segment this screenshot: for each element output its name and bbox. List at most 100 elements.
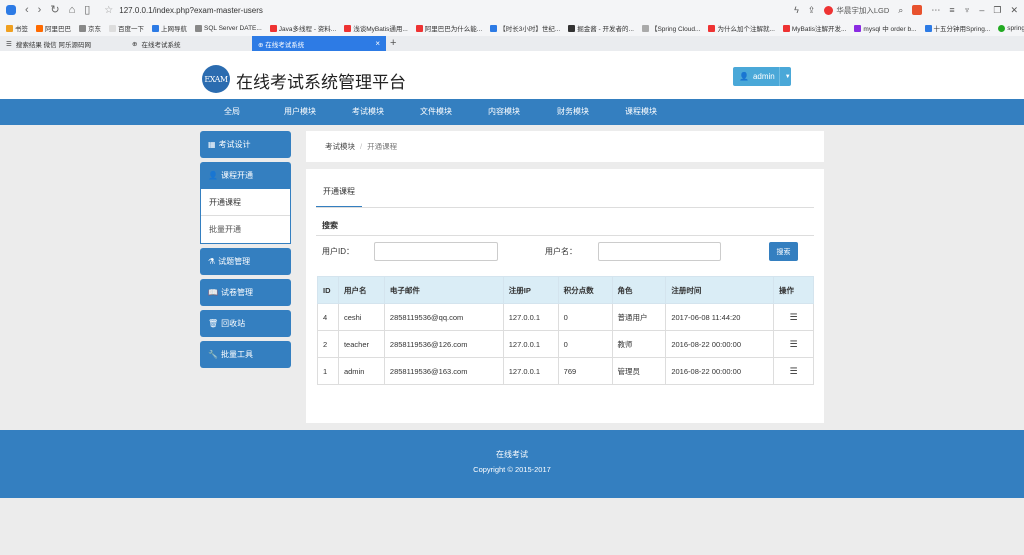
browser-tab[interactable]: ⊕ 在线考试系统 — [126, 36, 252, 51]
share-icon[interactable]: ⇪ — [808, 5, 816, 16]
bookmark-item[interactable]: 十五分钟用Spring... — [924, 23, 990, 33]
tab-divider — [316, 207, 814, 208]
tab-strip: ☰ 搜索结果 微信 阿乐源码网 ⊕ 在线考试系统 ⊕ 在线考试系统 × + — [0, 36, 1024, 51]
bookmark-favicon-icon — [568, 24, 576, 32]
bookmark-item[interactable]: 阿里巴巴为什么能... — [415, 23, 482, 33]
lightning-icon[interactable]: ϟ — [794, 5, 799, 15]
user-id-input[interactable] — [374, 242, 498, 261]
col-reg-time: 注册时间 — [665, 276, 775, 304]
nav-global[interactable]: 全局 — [224, 99, 240, 125]
bookmark-item[interactable]: 书签 — [6, 23, 28, 33]
sidebar-course-open[interactable]: 👤 课程开通 — [200, 162, 291, 189]
list-action-icon[interactable]: ☰ — [773, 330, 814, 358]
list-action-icon[interactable]: ☰ — [773, 357, 814, 385]
bookmark-item[interactable]: 阿里巴巴 — [36, 23, 71, 33]
sidebar-recycle[interactable]: 🗑 回收站 — [200, 310, 291, 337]
sidebar-item-open-course[interactable]: 开通课程 — [201, 189, 290, 216]
chevron-down-icon[interactable]: ▼ — [778, 67, 796, 86]
sidebar-exam-design[interactable]: ▦ 考试设计 — [200, 131, 291, 158]
bookmark-item[interactable]: MyBatis注解开发... — [782, 23, 846, 33]
tab-favicon-icon: ☰ — [6, 40, 12, 48]
search-button[interactable]: 搜索 — [769, 242, 798, 261]
reload-icon[interactable]: ↻ — [50, 4, 59, 16]
table-header-row: ID 用户名 电子邮件 注册IP 积分点数 角色 注册时间 操作 — [317, 276, 814, 304]
translate-icon[interactable] — [912, 5, 923, 15]
cell-id: 4 — [317, 303, 339, 331]
bookmark-favicon-icon — [782, 24, 790, 32]
sidebar-question-manage[interactable]: ⚗ 试题管理 — [200, 248, 291, 275]
new-tab-icon[interactable]: + — [386, 36, 396, 51]
browser-tab-active[interactable]: ⊕ 在线考试系统 × — [252, 36, 386, 51]
globe-icon — [79, 24, 86, 32]
globe-icon — [195, 24, 202, 32]
sidebar: ▦ 考试设计 👤 课程开通 开通课程 批量开通 ⚗ 试题管理 📖 试卷管理 🗑 回收站 🔧… — [200, 131, 291, 372]
search-divider — [316, 235, 814, 236]
cell-username: teacher — [337, 330, 385, 358]
cell-reg-ip: 127.0.0.1 — [502, 303, 559, 331]
cell-points: 0 — [557, 330, 613, 358]
bookmark-favicon-icon — [854, 24, 862, 32]
forward-icon[interactable]: › — [38, 4, 42, 16]
nav-finance-module[interactable]: 财务模块 — [557, 99, 589, 125]
close-window-icon[interactable]: ✕ — [1010, 5, 1018, 16]
reader-icon[interactable]: ▯ — [84, 4, 90, 16]
restore-icon[interactable]: ❐ — [993, 5, 1001, 16]
search-engine-box[interactable]: 华晨宇加入LGD — [824, 5, 889, 16]
tab-open-course[interactable]: 开通课程 — [316, 181, 362, 208]
bookmark-item[interactable]: spring — [998, 24, 1024, 32]
browser-toolbar: ‹ › ↻ ⌂ ▯ ☆ 127.0.0.1/index.php?exam-mas… — [0, 0, 1024, 20]
cell-points: 769 — [557, 357, 613, 385]
bookmark-item[interactable]: mysql 中 order b... — [854, 23, 917, 33]
sidebar-item-batch-open[interactable]: 批量开通 — [201, 216, 290, 243]
bookmark-item[interactable]: 京东 — [79, 23, 101, 33]
search-engine-icon — [824, 5, 834, 15]
minimize-icon[interactable]: – — [979, 5, 984, 15]
grid-icon: ▦ — [208, 140, 216, 149]
close-tab-icon[interactable]: × — [375, 39, 380, 48]
site-header: EXAM 在线考试系统管理平台 👤 admin ▼ — [0, 51, 1024, 99]
extension-icon[interactable]: ♆ — [964, 5, 971, 15]
browser-tab[interactable]: ☰ 搜索结果 微信 阿乐源码网 — [0, 36, 126, 51]
col-email: 电子邮件 — [383, 276, 504, 304]
sidebar-batch-tools[interactable]: 🔧 批量工具 — [200, 341, 291, 368]
site-footer: 在线考试 Copyright © 2015-2017 — [0, 430, 1024, 498]
home-icon[interactable]: ⌂ — [69, 4, 76, 16]
bookmark-star-icon[interactable]: ☆ — [104, 5, 113, 16]
cell-username: admin — [337, 357, 385, 385]
exam-logo: EXAM — [202, 65, 230, 93]
bookmark-item[interactable]: SQL Server DATE... — [195, 24, 262, 32]
nav-file-module[interactable]: 文件模块 — [420, 99, 452, 125]
back-icon[interactable]: ‹ — [25, 4, 29, 16]
main-nav: 全局 用户模块 考试模块 文件模块 内容模块 财务模块 课程模块 — [0, 99, 1024, 125]
bookmark-item[interactable]: 掘金酱 - 开发者的... — [568, 23, 634, 33]
bookmark-folder-icon — [6, 24, 13, 32]
browser-logo-icon — [6, 5, 16, 15]
bookmark-item[interactable]: 【时长3小时】世纪... — [490, 23, 560, 33]
bookmark-item[interactable]: 【Spring Cloud... — [641, 23, 700, 33]
nav-exam-module[interactable]: 考试模块 — [352, 99, 384, 125]
bookmark-favicon-icon — [998, 24, 1006, 32]
bookmark-item[interactable]: 为什么加个注解就... — [708, 23, 775, 33]
user-name-input[interactable] — [598, 242, 721, 261]
footer-copyright: Copyright © 2015-2017 — [473, 465, 551, 474]
nav-course-module[interactable]: 课程模块 — [625, 99, 657, 125]
list-action-icon[interactable]: ☰ — [773, 303, 814, 331]
bookmark-item[interactable]: 上网导航 — [152, 23, 187, 33]
more-icon[interactable]: ⋯ — [931, 5, 940, 16]
bookmark-item[interactable]: 浅谈MyBatis通用... — [344, 23, 408, 33]
user-dropdown-button[interactable]: 👤 admin ▼ — [733, 67, 791, 86]
bookmark-item[interactable]: 百度一下 — [109, 23, 144, 33]
breadcrumb-separator: / — [360, 142, 363, 151]
address-bar[interactable]: 127.0.0.1/index.php?exam-master-users — [119, 6, 263, 15]
nav-user-module[interactable]: 用户模块 — [284, 99, 316, 125]
user-id-label: 用户ID： — [322, 247, 354, 256]
sidebar-paper-manage[interactable]: 📖 试卷管理 — [200, 279, 291, 306]
bookmark-item[interactable]: Java多线程 - 资料... — [269, 23, 336, 33]
nav-content-module[interactable]: 内容模块 — [488, 99, 520, 125]
col-reg-ip: 注册IP — [502, 276, 559, 304]
breadcrumb-parent[interactable]: 考试模块 — [325, 141, 355, 152]
search-icon[interactable]: ⌕ — [898, 5, 903, 16]
cell-email: 2858119536@qq.com — [383, 303, 504, 331]
cell-reg-ip: 127.0.0.1 — [502, 330, 559, 358]
menu-icon[interactable]: ≡ — [949, 5, 954, 15]
